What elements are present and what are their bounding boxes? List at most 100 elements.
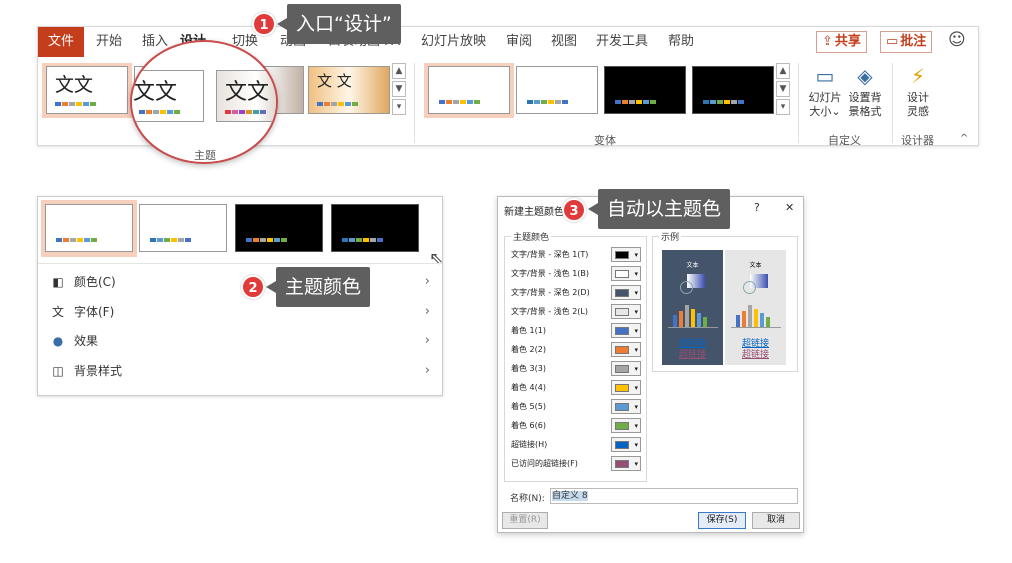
dropdown-variant-4[interactable] [331,204,419,252]
sample-group: 示例 文本 超链接 超链接 文本 超链接 超链接 [652,230,798,372]
tab-view[interactable]: 视图 [551,27,577,57]
collapse-ribbon-icon[interactable]: ^ [960,133,968,144]
variant-thumb-1[interactable] [428,66,510,114]
design-ideas-button[interactable]: ⚡ 设计 灵感 [898,63,938,119]
color-picker-dropdown[interactable]: ▾ [611,266,641,281]
color-picker-dropdown[interactable]: ▾ [611,361,641,376]
color-picker-dropdown[interactable]: ▾ [611,399,641,414]
slide-size-button[interactable]: ▭ 幻灯片 大小⌄ [806,63,844,119]
chevron-down-icon: ▾ [634,460,638,468]
color-row: 已访问的超链接(F) ▾ [511,456,641,472]
new-theme-colors-dialog: 新建主题颜色 ? ✕ 主题颜色 文字/背景 - 深色 1(T) ▾ 文字/背景 - … [497,196,804,533]
magnifier-highlight: 文文 文文 主题 [130,40,278,164]
comment-icon: ▭ [886,34,899,49]
preview-visited-link: 超链接 [678,350,706,360]
tab-home[interactable]: 开始 [96,27,122,57]
share-button[interactable]: ⇪ 共享 [816,31,867,53]
save-button[interactable]: 保存(S) [698,512,746,529]
color-swatch [615,384,629,392]
theme-scroll-down-button[interactable]: ▼ [392,81,406,97]
color-swatch [615,346,629,354]
menu-divider [38,263,442,264]
magnified-theme-thumb-3: 文文 [216,70,276,122]
chevron-down-icon: ▾ [634,327,638,335]
color-palette-icon: ◧ [52,275,64,289]
color-row: 着色 2(2) ▾ [511,342,641,358]
color-picker-dropdown[interactable]: ▾ [611,285,641,300]
color-picker-dropdown[interactable]: ▾ [611,247,641,262]
color-picker-dropdown[interactable]: ▾ [611,342,641,357]
chevron-right-icon: › [424,274,430,289]
variant-thumb-4[interactable] [692,66,774,114]
chevron-down-icon: ▾ [634,308,638,316]
group-variant-label: 变体 [594,134,616,147]
menu-item-fonts[interactable]: 文字体(F) › [48,299,438,325]
reset-button[interactable]: 重置(R) [502,512,548,529]
format-background-button[interactable]: ◈ 设置背 景格式 [846,63,884,119]
step-badge-1: 1 [252,12,276,36]
dropdown-variant-3[interactable] [235,204,323,252]
chevron-down-icon: ▾ [634,346,638,354]
color-picker-dropdown[interactable]: ▾ [611,437,641,452]
color-picker-dropdown[interactable]: ▾ [611,418,641,433]
dropdown-variant-1[interactable] [45,204,133,252]
variant-thumb-3[interactable] [604,66,686,114]
group-divider [892,63,893,143]
chevron-down-icon: ▾ [634,289,638,297]
color-row: 着色 4(4) ▾ [511,380,641,396]
format-background-icon: ◈ [857,64,873,88]
color-picker-dropdown[interactable]: ▾ [611,304,641,319]
callout-2: 主题颜色 [265,267,371,307]
group-divider [414,63,415,143]
chevron-down-icon: ▾ [634,365,638,373]
variant-thumb-2[interactable] [516,66,598,114]
color-swatch [615,365,629,373]
variant-scroll-up-button[interactable]: ▲ [776,63,790,79]
theme-thumb-4[interactable]: 文 文 [308,66,390,114]
color-swatch [615,327,629,335]
color-row: 文字/背景 - 深色 1(T) ▾ [511,247,641,263]
color-row: 文字/背景 - 浅色 2(L) ▾ [511,304,641,320]
chevron-right-icon: › [424,333,430,348]
tab-help[interactable]: 帮助 [668,27,694,57]
cancel-button[interactable]: 取消 [752,512,800,529]
dialog-title: 新建主题颜色 [504,207,564,218]
feedback-smiley-icon[interactable]: ☺ [948,30,966,50]
dropdown-variant-2[interactable] [139,204,227,252]
variant-more-button[interactable]: ▾ [776,99,790,115]
magnified-theme-thumb-2: 文文 [132,70,204,122]
preview-light: 文本 超链接 超链接 [725,250,786,365]
font-icon: 文 [51,305,64,319]
background-style-icon: ◫ [52,364,64,378]
color-picker-dropdown[interactable]: ▾ [611,323,641,338]
comments-button[interactable]: ▭ 批注 [880,31,933,53]
color-row: 着色 3(3) ▾ [511,361,641,377]
theme-name-input[interactable]: 自定义 8 [550,488,798,504]
variant-scroll-down-button[interactable]: ▼ [776,81,790,97]
callout-3: 自动以主题色 [587,189,731,229]
chevron-down-icon: ▾ [634,251,638,259]
name-label: 名称(N): [510,494,545,504]
menu-item-background-styles[interactable]: ◫ 背景样式 › [48,358,438,384]
mouse-cursor-icon: ⇖ [429,249,444,269]
theme-scroll-up-button[interactable]: ▲ [392,63,406,79]
color-row: 文字/背景 - 深色 2(D) ▾ [511,285,641,301]
share-icon: ⇪ [822,34,833,49]
close-icon[interactable]: ✕ [785,201,794,214]
preview-dark: 文本 超链接 超链接 [662,250,723,365]
color-picker-dropdown[interactable]: ▾ [611,380,641,395]
theme-more-button[interactable]: ▾ [392,99,406,115]
chevron-down-icon: ▾ [634,384,638,392]
tab-developer[interactable]: 开发工具 [596,27,648,57]
tab-file[interactable]: 文件 [38,27,85,57]
tab-slideshow[interactable]: 幻灯片放映 [421,27,486,57]
menu-item-effects[interactable]: ● 效果 › [48,328,438,354]
group-custom-label: 自定义 [828,134,861,147]
chevron-right-icon: › [424,304,430,319]
color-row: 超链接(H) ▾ [511,437,641,453]
theme-thumb-office[interactable]: 文文 [46,66,128,114]
color-picker-dropdown[interactable]: ▾ [611,456,641,471]
preview-bars [732,305,780,327]
help-icon[interactable]: ? [754,201,760,214]
tab-review[interactable]: 审阅 [506,27,532,57]
